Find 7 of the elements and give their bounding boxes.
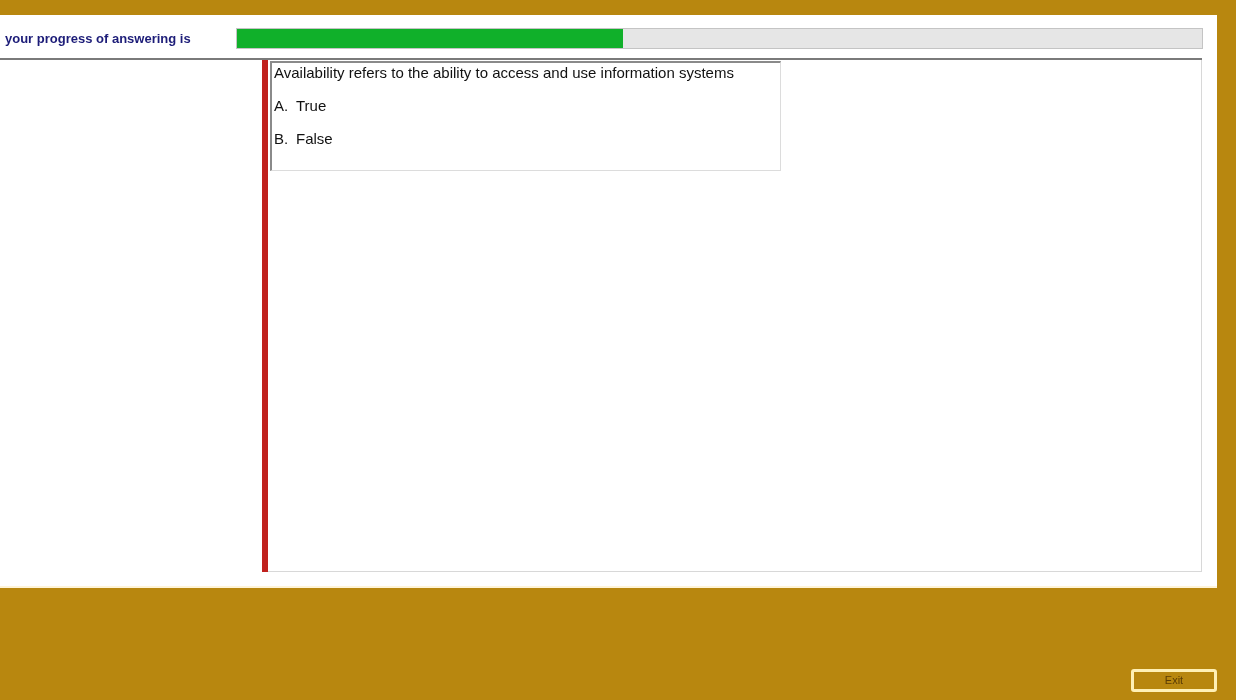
exit-button[interactable]: Exit <box>1131 669 1217 692</box>
option-letter: A. <box>274 97 290 115</box>
question-text: Availability refers to the ability to access and use information systems <box>274 64 735 82</box>
option-text: False <box>296 130 333 148</box>
progress-label: your progress of answering is <box>4 29 192 48</box>
option-text: True <box>296 97 327 115</box>
option-letter: B. <box>274 130 290 148</box>
